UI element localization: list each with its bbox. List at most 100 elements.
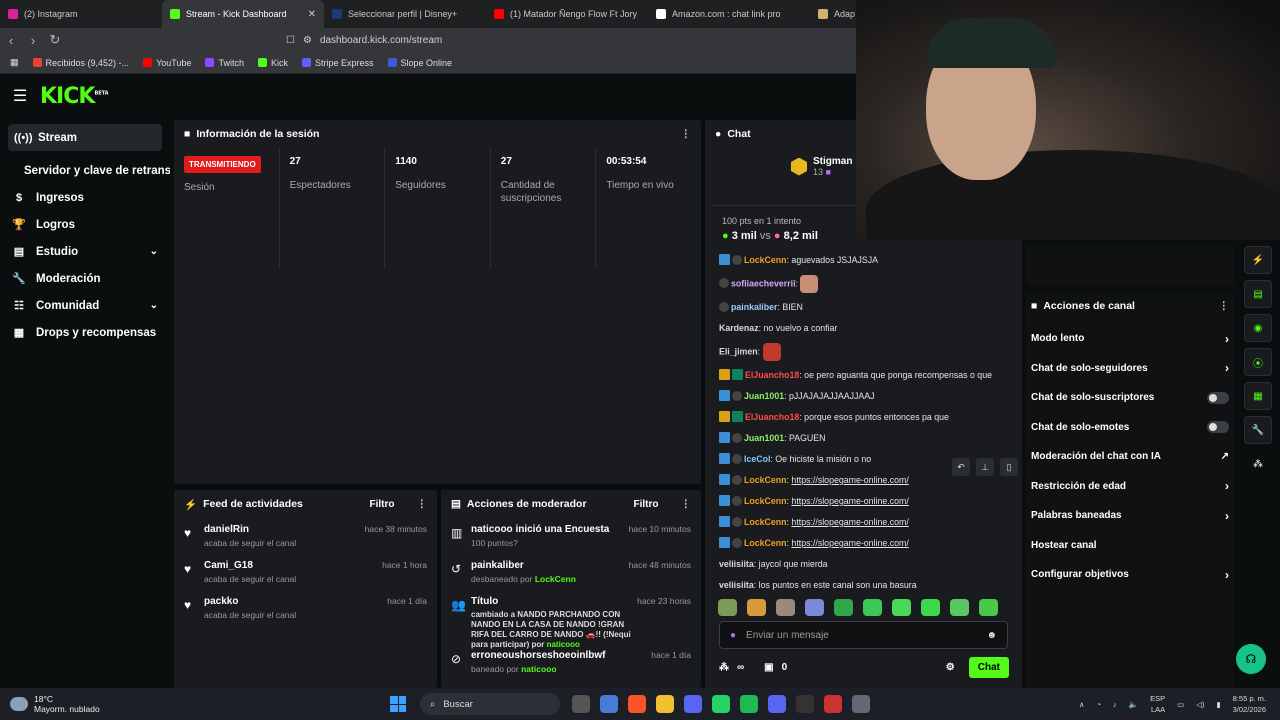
sidebar-item-estudio[interactable]: ▤ Estudio ⌄ <box>0 238 170 265</box>
chat-username[interactable]: LockCenn <box>744 475 787 485</box>
feed-username[interactable]: danielRin <box>204 524 365 535</box>
settings-app-icon[interactable] <box>852 695 870 713</box>
wrench-icon[interactable]: 🔧 <box>1244 416 1272 444</box>
chat-message[interactable]: LockCenn: https://slopegame-online.com/ <box>705 491 1022 512</box>
pinned-user[interactable]: Stigman 13 ■ <box>791 156 852 177</box>
emote-7[interactable] <box>892 599 911 616</box>
chevron-down-icon[interactable]: ⌄ <box>150 300 158 311</box>
whatsapp-icon[interactable] <box>712 695 730 713</box>
channel-action-4[interactable]: Moderación del chat con IA ↗ <box>1026 442 1234 472</box>
bookmark-item[interactable]: YouTube <box>143 58 191 68</box>
battery-icon[interactable]: ▮ <box>1216 700 1220 709</box>
app-icon[interactable] <box>684 695 702 713</box>
weather-widget[interactable]: 18°C Mayorm. nublado <box>0 694 390 714</box>
apps-icon[interactable]: ▦ <box>10 57 19 68</box>
browser-tab[interactable]: Seleccionar perfil | Disney+ <box>324 0 486 28</box>
site-info-icon[interactable]: ⚙ <box>303 35 312 46</box>
forward-icon[interactable]: › <box>22 33 44 48</box>
chat-username[interactable]: sofiiaecheverrii <box>731 278 796 288</box>
mod-action-by[interactable]: naticooo <box>547 640 580 649</box>
microphone-icon[interactable]: ● <box>730 630 736 641</box>
emote-3[interactable] <box>776 599 795 616</box>
sidebar-item-stream[interactable]: ((•)) Stream <box>8 124 162 151</box>
chat-link[interactable]: https://slopegame-online.com/ <box>791 496 908 506</box>
broadcast-icon[interactable]: ⦿ <box>1244 348 1272 376</box>
emote-5[interactable] <box>834 599 853 616</box>
more-options-icon[interactable]: ⋮ <box>1219 300 1230 312</box>
chat-message-input[interactable]: ● Enviar un mensaje ☻ <box>719 621 1008 649</box>
channel-action-1[interactable]: Chat de solo-seguidores › <box>1026 354 1234 384</box>
kick-logo[interactable]: KICKBETA <box>40 84 109 109</box>
document-icon[interactable]: ▤ <box>1244 280 1272 308</box>
chat-message[interactable]: Kardenaz: no vuelvo a confiar <box>705 318 1022 339</box>
display-icon[interactable]: ▭ <box>1177 700 1184 709</box>
task-view-icon[interactable] <box>572 695 590 713</box>
network-icon[interactable]: ◔ <box>1096 700 1101 709</box>
chat-username[interactable]: LockCenn <box>744 538 787 548</box>
menu-icon[interactable]: ☰ <box>0 86 40 106</box>
chat-username[interactable]: Kardenaz <box>719 323 759 333</box>
chat-message[interactable]: Juan1001: pJJAJAJAJJAAJJAAJ <box>705 386 1022 407</box>
chat-username[interactable]: LockCenn <box>744 255 787 265</box>
chat-username[interactable]: Juan1001 <box>744 391 784 401</box>
chat-message[interactable]: veliisiita: los puntos en este canal son… <box>705 575 1022 596</box>
copilot-icon[interactable] <box>600 695 618 713</box>
chat-username[interactable]: ElJuancho18 <box>745 412 799 422</box>
chat-message[interactable]: Juan1001: PAGUEN <box>705 428 1022 449</box>
filter-button[interactable]: Filtro <box>634 499 659 510</box>
delete-icon[interactable]: ▯ <box>1000 458 1018 476</box>
channel-action-3[interactable]: Chat de solo-emotes <box>1026 413 1234 443</box>
browser-tab[interactable]: Stream - Kick Dashboard ✕ <box>162 0 324 28</box>
bookmark-star-icon[interactable]: ☐ <box>286 35 295 46</box>
chat-message[interactable]: ElJuancho18: oe pero aguanta que ponga r… <box>705 365 1022 386</box>
channel-action-2[interactable]: Chat de solo-suscriptores <box>1026 383 1234 413</box>
sidebar-item-moderación[interactable]: 🔧 Moderación <box>0 265 170 292</box>
volume-icon[interactable]: 🔈 <box>1129 700 1138 709</box>
chat-message[interactable]: sofiiaecheverrii: <box>705 271 1022 297</box>
reply-icon[interactable]: ↶ <box>952 458 970 476</box>
chat-username[interactable]: veliisiita <box>719 559 754 569</box>
chat-username[interactable]: veliisiita <box>719 580 754 590</box>
community-icon[interactable]: ⁂ <box>1244 450 1272 478</box>
reload-icon[interactable]: ↻ <box>44 32 66 48</box>
chat-message[interactable]: LockCenn: aguevados JSJAJSJA <box>705 250 1022 271</box>
channel-action-7[interactable]: Hostear canal <box>1026 531 1234 561</box>
bookmark-item[interactable]: Kick <box>257 58 288 68</box>
back-icon[interactable]: ‹ <box>0 33 22 48</box>
browser-tab[interactable]: Amazon.com : chat link pro <box>648 0 810 28</box>
emote-2[interactable] <box>747 599 766 616</box>
pin-icon[interactable]: ⊥ <box>976 458 994 476</box>
emote-9[interactable] <box>950 599 969 616</box>
chat-message[interactable]: ElJuancho18: porque esos puntos entonces… <box>705 407 1022 428</box>
mod-action-by[interactable]: LockCenn <box>535 574 576 584</box>
chat-username[interactable]: LockCenn <box>744 517 787 527</box>
mic-icon[interactable]: ♪ <box>1113 700 1117 709</box>
store-icon[interactable]: ▣ <box>764 662 773 673</box>
language-indicator[interactable]: ESP LAA <box>1150 693 1165 715</box>
taskbar-search[interactable]: ⌕ Buscar <box>420 693 560 715</box>
chat-username[interactable]: Juan1001 <box>744 433 784 443</box>
windows-start-icon[interactable] <box>390 696 406 712</box>
feed-username[interactable]: Cami_G18 <box>204 560 382 571</box>
settings-icon[interactable]: ⚙ <box>946 662 955 673</box>
close-tab-icon[interactable]: ✕ <box>308 9 316 20</box>
app-icon-2[interactable] <box>824 695 842 713</box>
chat-message[interactable]: veliisiita: jaycol que mierda <box>705 554 1022 575</box>
file-explorer-icon[interactable] <box>656 695 674 713</box>
chat-username[interactable]: painkaliber <box>731 302 777 312</box>
bookmark-item[interactable]: Twitch <box>205 58 244 68</box>
mod-action-by[interactable]: naticooo <box>521 664 556 674</box>
mod-action-name[interactable]: painkaliber <box>471 560 524 571</box>
more-options-icon[interactable]: ⋮ <box>681 128 692 140</box>
points-icon[interactable]: ⁂ <box>719 662 729 673</box>
chat-username[interactable]: Eli_jimen <box>719 346 758 356</box>
bolt-icon[interactable]: ⚡ <box>1244 246 1272 274</box>
toggle-switch[interactable] <box>1207 421 1229 434</box>
toggle-switch[interactable] <box>1207 391 1229 404</box>
emoji-icon[interactable]: ☻ <box>986 630 997 641</box>
channel-action-5[interactable]: Restricción de edad › <box>1026 472 1234 502</box>
emote-4[interactable] <box>805 599 824 616</box>
emote-8[interactable] <box>921 599 940 616</box>
sidebar-item-comunidad[interactable]: ☷ Comunidad ⌄ <box>0 292 170 319</box>
mod-action-name[interactable]: erroneoushorseshoeoinlbwf <box>471 650 605 661</box>
